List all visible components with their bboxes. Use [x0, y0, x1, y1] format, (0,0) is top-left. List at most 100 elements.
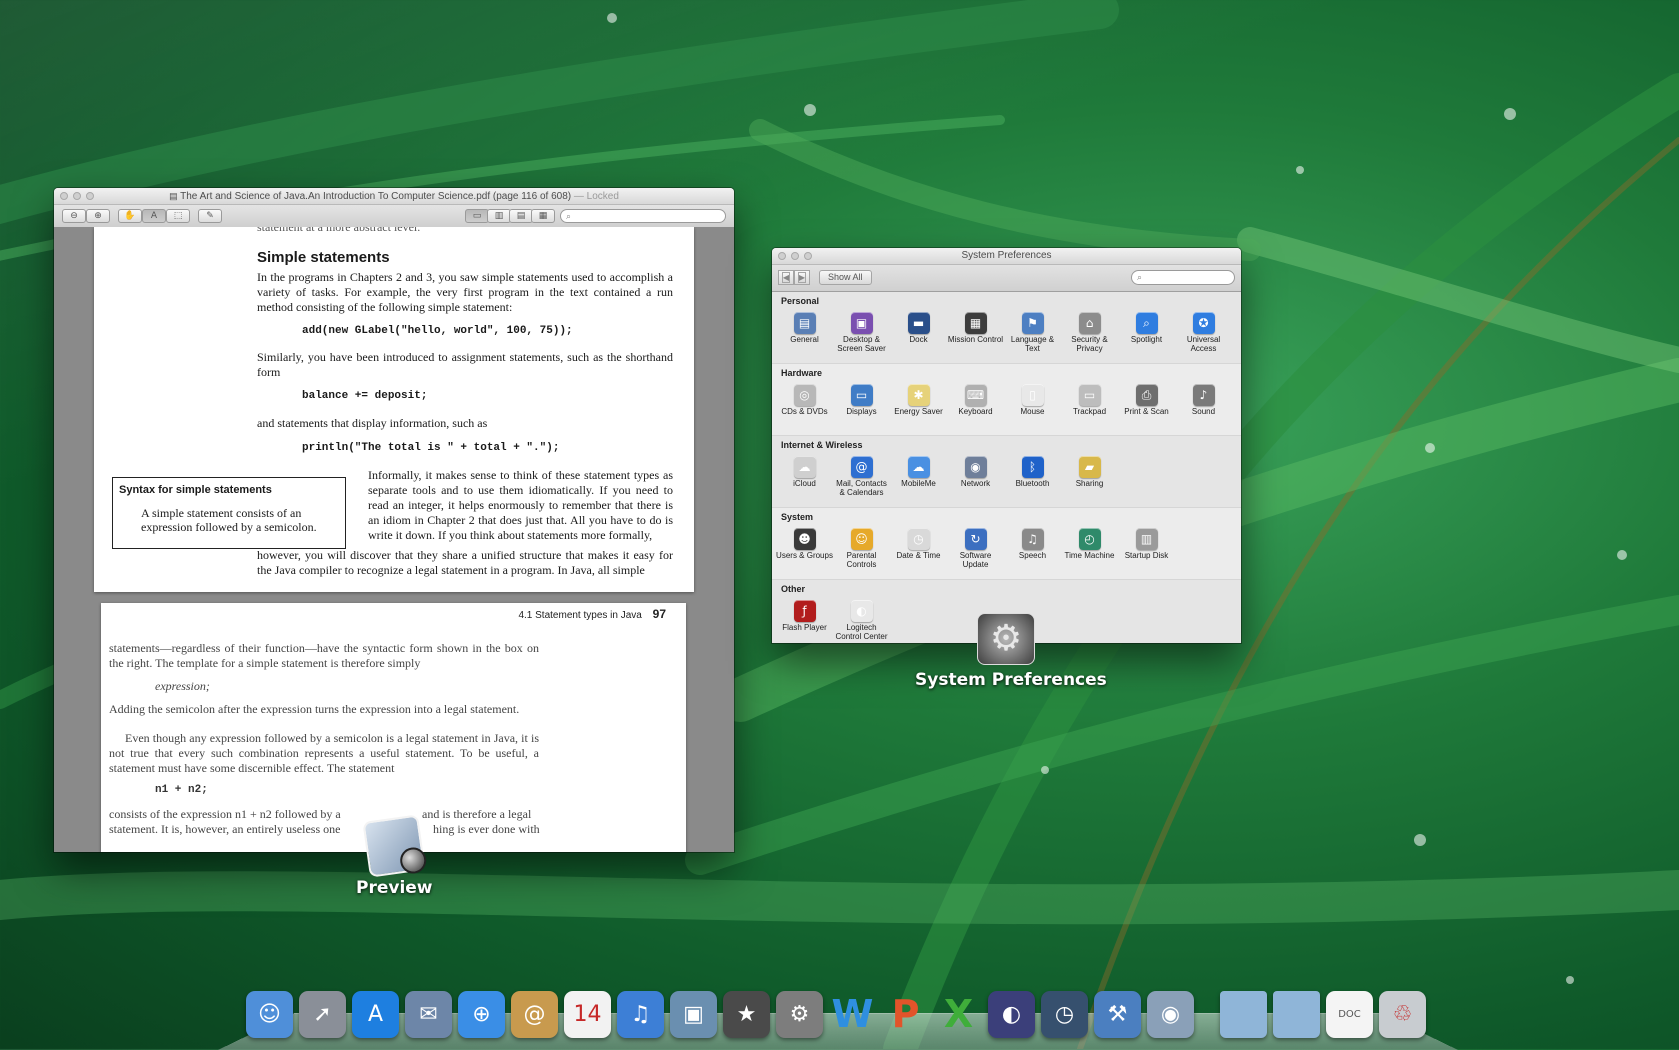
locked-indicator[interactable]: — Locked	[574, 191, 619, 202]
sysprefs-toolbar: ◀ ▶ Show All ⌕	[772, 265, 1241, 292]
system-preferences-window[interactable]: System Preferences ◀ ▶ Show All ⌕ Person…	[772, 248, 1241, 643]
show-all-button[interactable]: Show All	[819, 270, 872, 285]
dock-item-finder[interactable]: ☺	[246, 991, 293, 1038]
pane-startup-disk[interactable]: ▥ Startup Disk	[1118, 526, 1175, 569]
zoom-in-button[interactable]: ⊕	[86, 209, 110, 223]
pane-mail[interactable]: @ Mail, Contacts & Calendars	[833, 454, 890, 497]
pane-icloud[interactable]: ☁ iCloud	[776, 454, 833, 497]
dock-item-documents-folder[interactable]	[1273, 991, 1320, 1038]
pane-mobileme[interactable]: ☁ MobileMe	[890, 454, 947, 497]
pane-keyboard[interactable]: ⌨ Keyboard	[947, 382, 1004, 416]
dock-item-calendar[interactable]: 14	[564, 991, 611, 1038]
dock-item-iphoto[interactable]: ▣	[670, 991, 717, 1038]
dock-item-app-store[interactable]: A	[352, 991, 399, 1038]
pane-desktop[interactable]: ▣ Desktop & Screen Saver	[833, 310, 890, 353]
dock-item-address-book[interactable]: @	[511, 991, 558, 1038]
dock-item-imovie[interactable]: ★	[723, 991, 770, 1038]
pane-spotlight[interactable]: ⌕ Spotlight	[1118, 310, 1175, 353]
dock-item-excel[interactable]: X	[935, 991, 982, 1038]
pane-label: Energy Saver	[894, 407, 943, 416]
dock-item-trash[interactable]: ♲	[1379, 991, 1426, 1038]
search-field[interactable]: ⌕	[560, 209, 726, 223]
pane-mouse[interactable]: ▯ Mouse	[1004, 382, 1061, 416]
zoom-out-button[interactable]: ⊖	[62, 209, 86, 223]
pane-parental[interactable]: ☺ Parental Controls	[833, 526, 890, 569]
dock-item-time-machine[interactable]: ◷	[1041, 991, 1088, 1038]
text-tool-button[interactable]: A	[142, 209, 166, 223]
system-preferences-app-icon[interactable]: ⚙	[977, 613, 1035, 665]
dock-item-eclipse[interactable]: ◐	[988, 991, 1035, 1038]
minimize-button[interactable]	[791, 252, 799, 260]
thumbnails-icon: ▤	[516, 211, 526, 221]
pane-universal-access[interactable]: ✪ Universal Access	[1175, 310, 1232, 353]
pane-language[interactable]: ⚑ Language & Text	[1004, 310, 1061, 353]
pane-print[interactable]: ⎙ Print & Scan	[1118, 382, 1175, 416]
dock-item-powerpoint[interactable]: P	[882, 991, 929, 1038]
pane-logitech[interactable]: ◐ Logitech Control Center	[833, 598, 890, 641]
code-line: println("The total is " + total + ".");	[302, 442, 560, 454]
preview-titlebar[interactable]: ▤ The Art and Science of Java.An Introdu…	[54, 188, 734, 205]
move-tool-button[interactable]: ✋	[118, 209, 142, 223]
close-button[interactable]	[778, 252, 786, 260]
view-single-button[interactable]: ▭	[465, 209, 489, 223]
preview-window[interactable]: ▤ The Art and Science of Java.An Introdu…	[54, 188, 734, 852]
pane-general[interactable]: ▤ General	[776, 310, 833, 353]
document-view[interactable]: statement at a more abstract level. Simp…	[54, 227, 734, 852]
window-title: System Preferences	[961, 250, 1052, 261]
select-tool-button[interactable]: ⬚	[166, 209, 190, 223]
view-thumbs-button[interactable]: ▤	[509, 209, 533, 223]
security-icon: ⌂	[1078, 312, 1101, 334]
view-sidebar-button[interactable]: ▥	[487, 209, 511, 223]
pane-network[interactable]: ◉ Network	[947, 454, 1004, 497]
pane-cd[interactable]: ◎ CDs & DVDs	[776, 382, 833, 416]
pane-sound[interactable]: ♪ Sound	[1175, 382, 1232, 416]
pane-speech[interactable]: ♫ Speech	[1004, 526, 1061, 569]
pane-displays[interactable]: ▭ Displays	[833, 382, 890, 416]
zoom-button[interactable]	[804, 252, 812, 260]
pane-row: ☁ iCloud @ Mail, Contacts & Calendars ☁ Mobil…	[776, 454, 1118, 497]
pane-users[interactable]: ☻ Users & Groups	[776, 526, 833, 569]
pane-software-update[interactable]: ↻ Software Update	[947, 526, 1004, 569]
pane-mission-control[interactable]: ▦ Mission Control	[947, 310, 1004, 353]
forward-button[interactable]: ▶	[794, 270, 810, 285]
pane-row: ƒ Flash Player ◐ Logitech Control Center	[776, 598, 890, 641]
dock-item-word[interactable]: W	[829, 991, 876, 1038]
pane-time-machine[interactable]: ◴ Time Machine	[1061, 526, 1118, 569]
pane-sharing[interactable]: ▰ Sharing	[1061, 454, 1118, 497]
pdf-page-116: statement at a more abstract level. Simp…	[94, 227, 694, 592]
logitech-icon: ◐	[850, 600, 873, 622]
dock-item-itunes[interactable]: ♫	[617, 991, 664, 1038]
dock-item-preview[interactable]: ◉	[1147, 991, 1194, 1038]
dock-item-applications-folder[interactable]	[1220, 991, 1267, 1038]
pane-date-time[interactable]: ◷ Date & Time	[890, 526, 947, 569]
code-line: add(new GLabel("hello, world", 100, 75))…	[302, 325, 573, 337]
dock-icon: ▬	[907, 312, 930, 334]
dock-item-safari[interactable]: ⊕	[458, 991, 505, 1038]
sidebar-icon: ▥	[494, 211, 504, 221]
pane-trackpad[interactable]: ▭ Trackpad	[1061, 382, 1118, 416]
preview-app-icon[interactable]	[362, 814, 428, 878]
rectangle-select-icon: ⬚	[173, 211, 183, 221]
minimize-button[interactable]	[73, 192, 81, 200]
sysprefs-titlebar[interactable]: System Preferences	[772, 248, 1241, 265]
paragraph-fragment: statement. It is, however, an entirely u…	[109, 822, 341, 836]
search-field[interactable]: ⌕	[1131, 270, 1235, 285]
pane-dock[interactable]: ▬ Dock	[890, 310, 947, 353]
bluetooth-icon: ᛒ	[1021, 456, 1044, 478]
pane-energy-saver[interactable]: ✱ Energy Saver	[890, 382, 947, 416]
dock-item-launchpad[interactable]: ➚	[299, 991, 346, 1038]
back-button[interactable]: ◀	[778, 270, 794, 285]
dock-item-system-preferences[interactable]: ⚙	[776, 991, 823, 1038]
close-button[interactable]	[60, 192, 68, 200]
view-contact-button[interactable]: ▦	[531, 209, 555, 223]
pane-label: Mouse	[1020, 407, 1045, 416]
dock-item-mail-stamp[interactable]: ✉	[405, 991, 452, 1038]
pane-label: Dock	[909, 335, 928, 344]
zoom-button[interactable]	[86, 192, 94, 200]
pane-security[interactable]: ⌂ Security & Privacy	[1061, 310, 1118, 353]
pane-flash[interactable]: ƒ Flash Player	[776, 598, 833, 641]
dock-item-doc-file[interactable]: DOC	[1326, 991, 1373, 1038]
dock-item-xcode[interactable]: ⚒	[1094, 991, 1141, 1038]
annotate-button[interactable]: ✎	[198, 209, 222, 223]
pane-bluetooth[interactable]: ᛒ Bluetooth	[1004, 454, 1061, 497]
